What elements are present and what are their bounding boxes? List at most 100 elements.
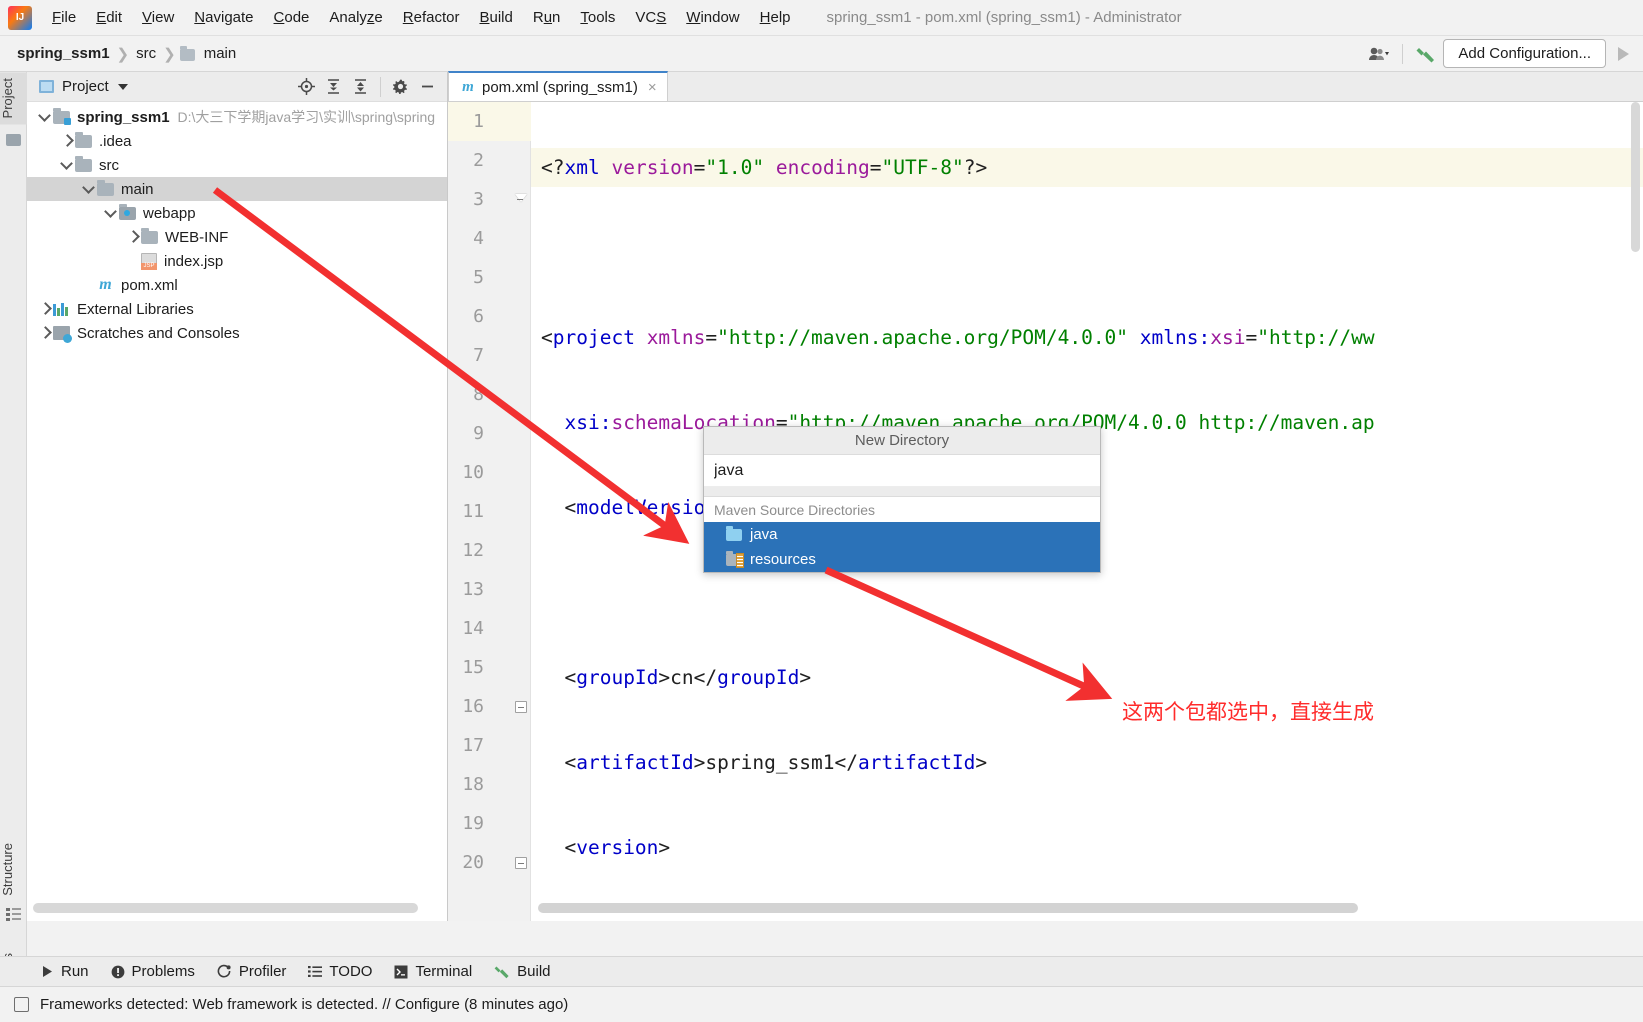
new-directory-input-row[interactable] (704, 455, 1100, 487)
web-folder-icon (119, 203, 136, 220)
fold-marker-line16[interactable] (514, 687, 528, 726)
tool-window-todo[interactable]: TODO (297, 958, 383, 986)
menu-analyze[interactable]: Analyze (319, 5, 392, 30)
tree-node-idea[interactable]: .idea (27, 129, 447, 153)
tree-node-spring-ssm1[interactable]: spring_ssm1 D:\大三下学期java学习\实训\spring\spr… (27, 105, 447, 129)
tool-window-label: Run (61, 963, 89, 980)
tree-node-webapp[interactable]: webapp (27, 201, 447, 225)
chevron-down-icon[interactable] (37, 109, 53, 125)
code-line-9: <version> (564, 836, 671, 859)
chevron-right-icon[interactable] (37, 301, 53, 317)
popup-title: New Directory (704, 427, 1100, 455)
menu-window[interactable]: Window (676, 5, 749, 30)
line-number: 11 (462, 501, 484, 522)
code-line-7: <groupId>cn</groupId> (564, 666, 812, 689)
editor-tab-pom-xml[interactable]: m pom.xml (spring_ssm1) × (448, 71, 668, 101)
menu-help[interactable]: Help (750, 5, 801, 30)
tree-node-pom-xml[interactable]: m pom.xml (27, 273, 447, 297)
fold-marker-line3[interactable] (514, 180, 528, 219)
popup-item-resources[interactable]: resources (704, 547, 1100, 572)
run-play-icon (43, 966, 52, 977)
collapse-all-icon[interactable] (347, 75, 374, 99)
project-panel-header: Project (27, 72, 447, 102)
tree-node-web-inf[interactable]: WEB-INF (27, 225, 447, 249)
left-tool-strip: Project Structure Favorites (0, 72, 27, 1022)
folder-icon (97, 179, 114, 196)
tool-window-build[interactable]: Build (483, 958, 561, 986)
breadcrumb-separator: ❯ (116, 45, 130, 63)
menu-file[interactable]: File (42, 5, 86, 30)
chevron-down-icon[interactable] (117, 83, 128, 90)
chevron-down-icon[interactable] (103, 205, 119, 221)
chevron-down-icon[interactable] (59, 157, 75, 173)
breadcrumb-separator: ❯ (163, 45, 176, 63)
tree-node-path: D:\大三下学期java学习\实训\spring\spring (177, 109, 436, 125)
add-configuration-button[interactable]: Add Configuration... (1443, 39, 1606, 68)
tree-node-external-libraries[interactable]: External Libraries (27, 297, 447, 321)
line-number: 9 (473, 423, 484, 444)
tool-window-problems[interactable]: Problems (100, 958, 206, 986)
tree-node-main[interactable]: main (27, 177, 447, 201)
new-directory-input[interactable] (704, 461, 1100, 480)
gear-icon[interactable] (387, 75, 414, 99)
folder-icon (75, 131, 92, 148)
menu-view[interactable]: View (132, 5, 184, 30)
project-panel-icon[interactable] (6, 134, 21, 146)
menu-edit[interactable]: Edit (86, 5, 132, 30)
menu-run[interactable]: Run (523, 5, 571, 30)
status-message[interactable]: Frameworks detected: Web framework is de… (40, 996, 568, 1013)
project-panel-toolbar (293, 75, 447, 99)
chevron-right-icon[interactable] (59, 133, 75, 149)
expand-all-icon[interactable] (320, 75, 347, 99)
breadcrumb-item-main[interactable]: main (201, 44, 240, 63)
line-number: 12 (462, 540, 484, 561)
menu-build[interactable]: Build (469, 5, 522, 30)
chevron-right-icon[interactable] (125, 229, 141, 245)
strip-tab-structure[interactable]: Structure (0, 837, 27, 902)
popup-divider (704, 487, 1100, 497)
tool-window-terminal[interactable]: Terminal (383, 958, 483, 986)
line-number: 16 (462, 696, 484, 717)
structure-icon[interactable] (6, 907, 21, 922)
breadcrumb-item-src[interactable]: src (133, 44, 159, 63)
tree-node-index-jsp[interactable]: index.jsp (27, 249, 447, 273)
strip-tab-project[interactable]: Project (0, 72, 27, 125)
menu-navigate[interactable]: Navigate (184, 5, 263, 30)
build-hammer-icon[interactable] (1409, 40, 1443, 68)
notification-icon[interactable] (14, 997, 29, 1012)
tool-window-profiler[interactable]: Profiler (206, 958, 298, 986)
close-icon[interactable]: × (648, 79, 657, 96)
menu-tools[interactable]: Tools (570, 5, 625, 30)
popup-item-java[interactable]: java (704, 522, 1100, 547)
editor-vertical-scrollbar[interactable] (1629, 102, 1641, 921)
tree-node-src[interactable]: src (27, 153, 447, 177)
chevron-down-icon[interactable] (81, 181, 97, 197)
tree-node-scratches-and-consoles[interactable]: Scratches and Consoles (27, 321, 447, 345)
profiler-icon (217, 964, 231, 978)
editor-horizontal-scrollbar[interactable] (538, 903, 1358, 913)
menu-vcs[interactable]: VCS (625, 5, 676, 30)
minimize-icon[interactable] (414, 75, 441, 99)
line-number: 5 (473, 267, 484, 288)
run-play-icon[interactable] (1618, 46, 1629, 61)
folder-icon (75, 155, 92, 172)
tree-node-label: External Libraries (77, 300, 194, 318)
locate-target-icon[interactable] (293, 75, 320, 99)
tool-window-run[interactable]: Run (30, 958, 100, 986)
line-number: 17 (462, 735, 484, 756)
project-horizontal-scrollbar[interactable] (33, 903, 418, 913)
breadcrumb-item-project[interactable]: spring_ssm1 (14, 44, 113, 63)
menu-code[interactable]: Code (264, 5, 320, 30)
line-number: 20 (462, 852, 484, 873)
popup-item-label: java (750, 526, 778, 543)
status-bar: Frameworks detected: Web framework is de… (0, 986, 1643, 1022)
line-number: 4 (473, 228, 484, 249)
tree-node-label: Scratches and Consoles (77, 324, 240, 342)
project-panel-title: Project (62, 78, 109, 95)
chevron-right-icon[interactable] (37, 325, 53, 341)
menu-refactor[interactable]: Refactor (393, 5, 470, 30)
user-accounts-icon[interactable] (1362, 40, 1396, 68)
line-number: 18 (462, 774, 484, 795)
fold-marker-line20[interactable] (514, 843, 528, 882)
line-number: 8 (473, 384, 484, 405)
